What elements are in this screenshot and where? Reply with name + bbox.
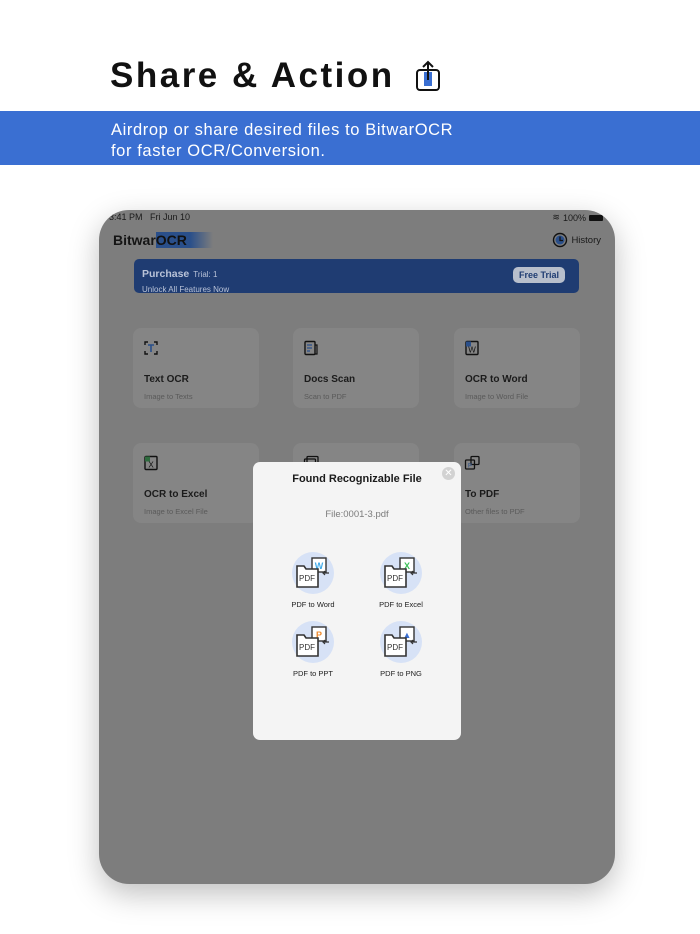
word-file-icon: W xyxy=(465,340,479,356)
excel-file-icon: X xyxy=(144,455,158,471)
card-title: Text OCR xyxy=(144,374,189,385)
svg-text:PDF: PDF xyxy=(387,643,403,652)
card-ocr-to-word[interactable]: W OCR to Word Image to Word File xyxy=(454,328,580,408)
found-file-dialog: Found Recognizable File ✕ File:0001-3.pd… xyxy=(253,462,461,740)
document-icon xyxy=(304,340,318,356)
banner-line-2: for faster OCR/Conversion. xyxy=(111,142,326,160)
svg-text:PDF: PDF xyxy=(299,643,315,652)
battery-icon xyxy=(589,214,603,221)
free-trial-button[interactable]: Free Trial xyxy=(512,267,565,283)
svg-text:X: X xyxy=(148,461,154,470)
svg-text:PDF: PDF xyxy=(387,574,403,583)
promo-banner: Airdrop or share desired files to Bitwar… xyxy=(0,111,700,165)
app-logo: BitwarOCR xyxy=(113,232,213,248)
option-label: PDF to Excel xyxy=(379,600,423,609)
pdf-convert-icon: ▲ PDF xyxy=(380,621,422,663)
pdf-convert-icon: W PDF xyxy=(292,552,334,594)
status-right: ≋ 100% xyxy=(552,212,603,223)
card-subtitle: Image to Texts xyxy=(144,392,193,401)
convert-option-pdf-to-excel[interactable]: X PDF PDF to Excel xyxy=(361,552,441,609)
card-title: OCR to Excel xyxy=(144,489,208,500)
history-button[interactable]: History xyxy=(552,232,601,248)
card-subtitle: Other files to PDF xyxy=(465,507,525,516)
wifi-icon: ≋ xyxy=(552,212,560,222)
pdf-convert-icon: P PDF xyxy=(292,621,334,663)
pdf-convert-icon: P xyxy=(464,455,480,470)
card-title: OCR to Word xyxy=(465,374,528,385)
option-label: PDF to PPT xyxy=(292,669,333,678)
card-subtitle: Image to Excel File xyxy=(144,507,208,516)
card-title: Docs Scan xyxy=(304,374,356,385)
text-scan-icon xyxy=(144,341,158,355)
close-icon[interactable]: ✕ xyxy=(442,467,455,480)
card-subtitle: Image to Word File xyxy=(465,392,529,401)
history-label: History xyxy=(571,234,601,246)
card-text-ocr[interactable]: Text OCR Image to Texts xyxy=(133,328,259,408)
status-time: 3:41 PM Fri Jun 10 xyxy=(109,212,191,222)
convert-option-pdf-to-ppt[interactable]: P PDF PDF to PPT xyxy=(273,621,353,678)
svg-text:W: W xyxy=(468,346,476,355)
page-title: Share & Action xyxy=(110,56,395,95)
purchase-banner[interactable]: Purchase Trial: 1 Unlock All Features Now… xyxy=(134,259,579,294)
convert-option-pdf-to-png[interactable]: ▲ PDF PDF to PNG xyxy=(361,621,441,678)
ipad-screen: 3:41 PM Fri Jun 10 ≋ 100% BitwarOCR Histo… xyxy=(99,210,615,884)
trial-count: Trial: 1 xyxy=(193,270,218,279)
convert-option-pdf-to-word[interactable]: W PDF PDF to Word xyxy=(273,552,353,609)
dialog-title: Found Recognizable File xyxy=(292,473,422,485)
card-subtitle: Scan to PDF xyxy=(304,392,347,401)
card-to-pdf[interactable]: P To PDF Other files to PDF xyxy=(454,443,580,523)
option-label: PDF to Word xyxy=(291,600,335,609)
purchase-title: Purchase xyxy=(142,268,190,280)
svg-text:P: P xyxy=(468,464,472,470)
pdf-convert-icon: X PDF xyxy=(380,552,422,594)
card-title: To PDF xyxy=(465,489,500,500)
share-upload-icon xyxy=(416,60,440,91)
purchase-subtitle: Unlock All Features Now xyxy=(142,285,230,294)
option-label: PDF to PNG xyxy=(380,669,422,678)
clock-icon xyxy=(553,232,568,248)
file-name: File:0001-3.pdf xyxy=(325,509,389,520)
banner-line-1: Airdrop or share desired files to Bitwar… xyxy=(111,121,454,139)
svg-text:PDF: PDF xyxy=(299,574,315,583)
card-ocr-to-excel[interactable]: X OCR to Excel Image to Excel File xyxy=(133,443,259,523)
card-docs-scan[interactable]: Docs Scan Scan to PDF xyxy=(293,328,419,408)
